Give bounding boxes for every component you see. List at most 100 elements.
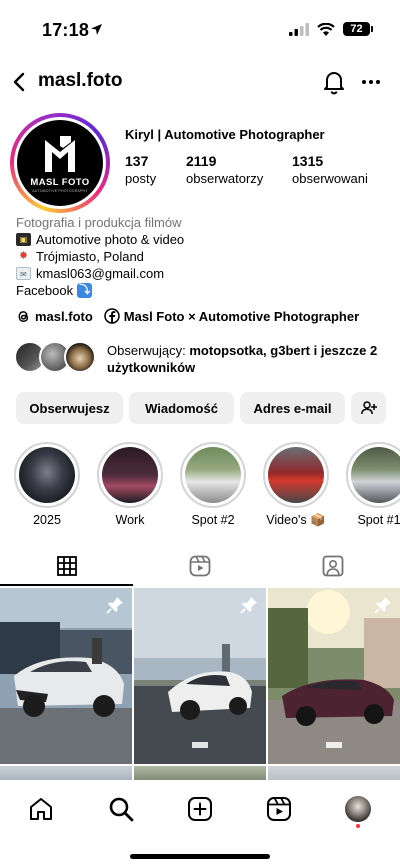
post-image bbox=[0, 588, 132, 764]
logo-name: MASL FOTO bbox=[30, 177, 90, 188]
stat-value: 137 bbox=[125, 153, 149, 169]
post-thumbnail[interactable] bbox=[0, 766, 132, 780]
more-options-icon[interactable] bbox=[360, 70, 382, 94]
story-highlights: 2025 Work Spot #2 Video's 📦 Spot #1 bbox=[0, 442, 400, 532]
post-image bbox=[134, 588, 266, 764]
stat-label: obserwowani bbox=[292, 171, 368, 186]
location-arrow-icon bbox=[91, 24, 102, 35]
post-thumbnail[interactable] bbox=[268, 588, 400, 764]
highlight-cover bbox=[185, 447, 241, 503]
grid-icon bbox=[56, 556, 77, 576]
highlight-item[interactable]: Spot #2 bbox=[180, 442, 246, 527]
nav-create[interactable] bbox=[186, 795, 214, 823]
stat-label: posty bbox=[125, 171, 157, 186]
search-icon bbox=[109, 797, 134, 822]
notification-dot bbox=[356, 824, 360, 828]
highlight-item[interactable]: Spot #1 bbox=[346, 442, 400, 527]
collision-icon: ✸ bbox=[18, 250, 29, 262]
followed-by-text: Obserwujący: motopsotka, g3bert i jeszcz… bbox=[107, 342, 392, 376]
bio-category: Fotografia i produkcja filmów bbox=[16, 215, 182, 230]
stat-value: 1315 bbox=[292, 153, 324, 169]
nav-reels[interactable] bbox=[265, 795, 293, 823]
threads-icon bbox=[18, 310, 29, 322]
profile-links: masl.foto Masl Foto × Automotive Photogr… bbox=[16, 308, 359, 324]
highlight-item[interactable]: Work bbox=[97, 442, 163, 527]
posts-grid bbox=[0, 588, 400, 780]
highlight-label: 2025 bbox=[33, 513, 61, 527]
signal-icon bbox=[289, 22, 309, 36]
home-icon bbox=[30, 798, 52, 820]
highlight-cover bbox=[19, 447, 75, 503]
notification-bell-icon[interactable] bbox=[322, 69, 346, 95]
follower-avatar bbox=[64, 341, 96, 373]
status-bar: 17:18 72 bbox=[0, 0, 400, 58]
highlight-item[interactable]: 2025 bbox=[14, 442, 80, 527]
highlight-label: Spot #2 bbox=[191, 513, 235, 527]
bio-line: Trójmiasto, Poland bbox=[36, 249, 144, 264]
profile-avatar[interactable]: MASL FOTO AUTOMOTIVE PHOTOGRAPHY bbox=[10, 113, 110, 213]
facebook-page-link[interactable]: Masl Foto × Automotive Photographer bbox=[104, 308, 359, 324]
logo-tagline: AUTOMOTIVE PHOTOGRAPHY bbox=[32, 189, 88, 193]
back-arrow-icon[interactable] bbox=[8, 70, 32, 94]
status-time: 17:18 bbox=[42, 20, 90, 40]
camera-icon: ▣ bbox=[16, 233, 31, 246]
followers-count[interactable]: 2119 obserwatorzy bbox=[186, 152, 263, 188]
display-name: Kiryl | Automotive Photographer bbox=[125, 127, 325, 142]
nav-home[interactable] bbox=[27, 795, 55, 823]
posts-count[interactable]: 137 posty bbox=[125, 152, 156, 188]
nav-search[interactable] bbox=[107, 795, 135, 823]
pinned-icon bbox=[240, 597, 257, 614]
profile-actions: Obserwujesz Wiadomość Adres e-mail bbox=[16, 392, 386, 425]
followed-by-names: motopsotka, g3bert bbox=[189, 343, 310, 358]
post-thumbnail[interactable] bbox=[268, 766, 400, 780]
facebook-page-name: Masl Foto × Automotive Photographer bbox=[123, 308, 360, 324]
header-username: masl.foto bbox=[38, 70, 123, 91]
facebook-icon bbox=[104, 308, 120, 324]
highlight-label: Work bbox=[115, 513, 145, 527]
tab-reels[interactable] bbox=[133, 546, 266, 586]
pinned-icon bbox=[106, 597, 123, 614]
masl-foto-logo-icon bbox=[45, 136, 75, 172]
threads-link[interactable]: masl.foto bbox=[16, 309, 93, 324]
post-image bbox=[268, 588, 400, 764]
pinned-icon bbox=[374, 597, 391, 614]
wifi-icon bbox=[317, 22, 335, 36]
following-button[interactable]: Obserwujesz bbox=[16, 392, 123, 424]
stat-label: obserwatorzy bbox=[186, 171, 264, 186]
reels-icon bbox=[267, 797, 291, 821]
down-arrow-icon: ⤵ bbox=[77, 283, 93, 298]
profile-header: masl.foto bbox=[0, 62, 400, 102]
message-button[interactable]: Wiadomość bbox=[129, 392, 234, 424]
bottom-navigation bbox=[0, 781, 400, 867]
stat-value: 2119 bbox=[186, 153, 217, 169]
highlight-item[interactable]: Video's 📦 bbox=[263, 442, 329, 528]
highlight-cover bbox=[351, 447, 400, 503]
followed-by-prefix: Obserwujący: bbox=[107, 343, 190, 358]
suggest-people-button[interactable] bbox=[351, 392, 386, 424]
post-thumbnail[interactable] bbox=[0, 588, 132, 764]
profile-content-tabs bbox=[0, 546, 400, 586]
profile-bio: Fotografia i produkcja filmów ▣ Automotiv… bbox=[16, 214, 386, 299]
tab-posts-grid[interactable] bbox=[0, 546, 133, 586]
create-post-icon bbox=[188, 797, 212, 821]
nav-profile[interactable] bbox=[344, 795, 372, 823]
add-person-icon bbox=[360, 401, 377, 415]
envelope-icon: ✉ bbox=[16, 267, 31, 280]
tagged-person-icon bbox=[322, 555, 343, 577]
home-indicator bbox=[130, 854, 270, 859]
profile-avatar-mini bbox=[345, 796, 371, 822]
threads-handle: masl.foto bbox=[35, 308, 93, 324]
post-thumbnail[interactable] bbox=[134, 766, 266, 780]
active-tab-indicator bbox=[0, 584, 133, 586]
email-button[interactable]: Adres e-mail bbox=[240, 392, 345, 424]
battery-indicator: 72 bbox=[343, 22, 373, 36]
bio-line: Automotive photo & video bbox=[36, 232, 185, 247]
mutual-followers[interactable]: Obserwujący: motopsotka, g3bert i jeszcz… bbox=[14, 340, 394, 378]
tab-tagged[interactable] bbox=[266, 546, 399, 586]
highlight-cover bbox=[268, 447, 324, 503]
following-count[interactable]: 1315 obserwowani bbox=[292, 152, 368, 188]
post-thumbnail[interactable] bbox=[134, 588, 266, 764]
bio-facebook: Facebook bbox=[16, 283, 74, 298]
highlight-cover bbox=[102, 447, 158, 503]
bio-email: kmasl063@gmail.com bbox=[36, 266, 165, 281]
